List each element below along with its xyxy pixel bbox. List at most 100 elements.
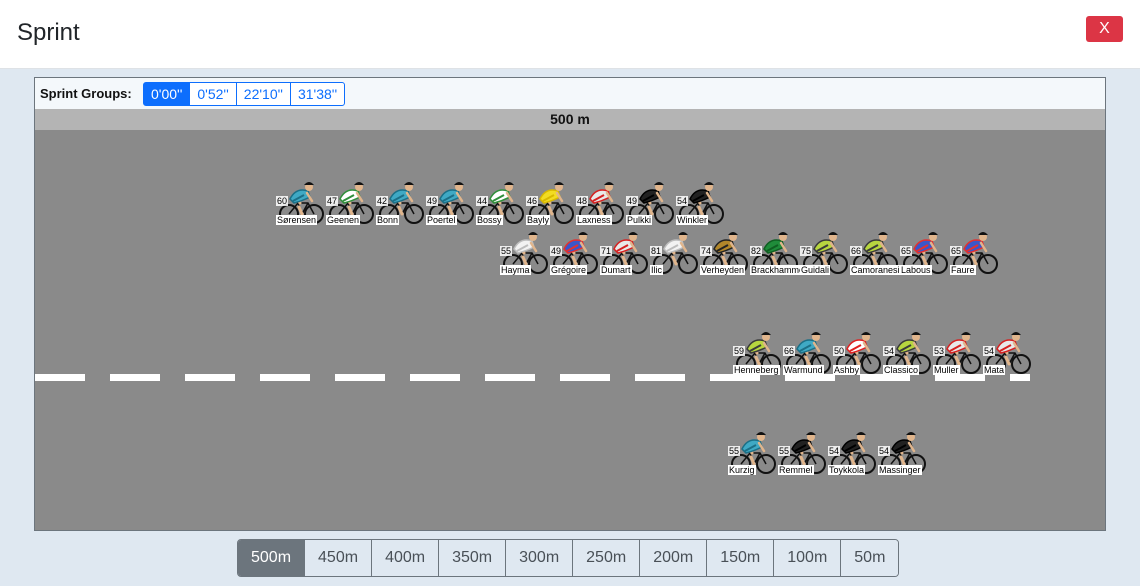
rider-number: 49 bbox=[426, 196, 439, 206]
distance-button[interactable]: 450m bbox=[304, 540, 372, 576]
rider-number: 54 bbox=[878, 446, 891, 456]
rider-number: 55 bbox=[728, 446, 741, 456]
rider[interactable]: 66 Camoranesi bbox=[850, 227, 901, 275]
rider[interactable]: 81 Ilic bbox=[650, 227, 700, 275]
rider-name: Ilic bbox=[650, 265, 663, 275]
rider[interactable]: 50 Ashby bbox=[833, 327, 883, 375]
rider-name: Verheyden bbox=[700, 265, 746, 275]
lane-marking bbox=[260, 374, 310, 381]
rider[interactable]: 54 Mata bbox=[983, 327, 1033, 375]
rider-number: 71 bbox=[600, 246, 613, 256]
lane-marking bbox=[785, 374, 835, 381]
rider-name: Toykkola bbox=[828, 465, 866, 475]
group-button[interactable]: 31'38'' bbox=[289, 82, 346, 106]
close-button[interactable]: X bbox=[1086, 16, 1123, 42]
rider[interactable]: 53 Muller bbox=[933, 327, 983, 375]
rider-name: Bayly bbox=[526, 215, 551, 225]
rider[interactable]: 71 Dumart bbox=[600, 227, 650, 275]
rider-number: 82 bbox=[750, 246, 763, 256]
rider[interactable]: 48 Laxness bbox=[576, 177, 626, 225]
lane-marking bbox=[710, 374, 760, 381]
rider[interactable]: 66 Warmund bbox=[783, 327, 833, 375]
rider[interactable]: 54 Classico bbox=[883, 327, 933, 375]
rider[interactable]: 49 Pulkki bbox=[626, 177, 676, 225]
rider[interactable]: 46 Bayly bbox=[526, 177, 576, 225]
road: 60 Sørensen 47 Geenen 42 Bonn 49 Poertel 44 Bossy… bbox=[35, 130, 1105, 530]
distance-button[interactable]: 300m bbox=[505, 540, 573, 576]
rider[interactable]: 60 Sørensen bbox=[276, 177, 326, 225]
rider-number: 49 bbox=[626, 196, 639, 206]
rider[interactable]: 55 Remmel bbox=[778, 427, 828, 475]
rider-number: 53 bbox=[933, 346, 946, 356]
distance-button[interactable]: 400m bbox=[371, 540, 439, 576]
distance-button[interactable]: 350m bbox=[438, 540, 506, 576]
sprint-group-buttons: 0'00'' 0'52'' 22'10'' 31'38'' bbox=[143, 82, 346, 106]
rider-number: 46 bbox=[526, 196, 539, 206]
rider[interactable]: 44 Bossy bbox=[476, 177, 526, 225]
rider[interactable]: 65 Labous bbox=[900, 227, 950, 275]
rider[interactable]: 59 Henneberg bbox=[733, 327, 783, 375]
rider[interactable]: 65 Faure bbox=[950, 227, 1000, 275]
rider-number: 47 bbox=[326, 196, 339, 206]
distance-button[interactable]: 100m bbox=[773, 540, 841, 576]
rider-number: 59 bbox=[733, 346, 746, 356]
rider-name: Geenen bbox=[326, 215, 361, 225]
rider[interactable]: 54 Massinger bbox=[878, 427, 928, 475]
rider-name: Dumart bbox=[600, 265, 632, 275]
group-button[interactable]: 22'10'' bbox=[235, 82, 291, 106]
lane-marking bbox=[185, 374, 235, 381]
rider[interactable]: 54 Winkler bbox=[676, 177, 726, 225]
rider-number: 48 bbox=[576, 196, 589, 206]
rider-name: Classico bbox=[883, 365, 920, 375]
rider-number: 55 bbox=[778, 446, 791, 456]
distance-button[interactable]: 200m bbox=[639, 540, 707, 576]
rider-name: Laxness bbox=[576, 215, 612, 225]
rider-name: Hayma bbox=[500, 265, 531, 275]
distance-button[interactable]: 500m bbox=[238, 540, 305, 576]
rider[interactable]: 82 Brackhammer bbox=[750, 227, 809, 275]
distance-button[interactable]: 250m bbox=[572, 540, 640, 576]
lane-marking bbox=[35, 374, 85, 381]
rider-number: 49 bbox=[550, 246, 563, 256]
rider-number: 66 bbox=[783, 346, 796, 356]
rider-name: Camoranesi bbox=[850, 265, 901, 275]
rider[interactable]: 54 Toykkola bbox=[828, 427, 878, 475]
rider-name: Faure bbox=[950, 265, 976, 275]
rider[interactable]: 42 Bonn bbox=[376, 177, 426, 225]
rider-number: 75 bbox=[800, 246, 813, 256]
group-button[interactable]: 0'00'' bbox=[143, 82, 191, 106]
rider-number: 54 bbox=[983, 346, 996, 356]
distance-button[interactable]: 150m bbox=[706, 540, 774, 576]
sprint-groups-bar: Sprint Groups: 0'00'' 0'52'' 22'10'' 31'… bbox=[35, 78, 1105, 109]
rider-name: Bossy bbox=[476, 215, 503, 225]
lane-marking bbox=[860, 374, 910, 381]
lane-marking bbox=[410, 374, 460, 381]
rider[interactable]: 75 Guidali bbox=[800, 227, 850, 275]
rider[interactable]: 49 Grégoire bbox=[550, 227, 600, 275]
rider-number: 54 bbox=[676, 196, 689, 206]
rider-name: Pulkki bbox=[626, 215, 653, 225]
rider-number: 54 bbox=[828, 446, 841, 456]
rider-name: Grégoire bbox=[550, 265, 588, 275]
rider[interactable]: 47 Geenen bbox=[326, 177, 376, 225]
rider-name: Henneberg bbox=[733, 365, 780, 375]
group-button[interactable]: 0'52'' bbox=[189, 82, 237, 106]
rider-name: Guidali bbox=[800, 265, 831, 275]
rider-number: 54 bbox=[883, 346, 896, 356]
modal-title: Sprint bbox=[17, 19, 80, 46]
distance-label: 500 m bbox=[35, 109, 1105, 130]
rider-number: 74 bbox=[700, 246, 713, 256]
rider[interactable]: 55 Kurzig bbox=[728, 427, 778, 475]
sprint-modal: Sprint X Sprint Groups: 0'00'' 0'52'' 22… bbox=[0, 0, 1140, 586]
distance-buttons: 500m 450m 400m 350m 300m 250m 200m 150m … bbox=[237, 539, 900, 577]
rider-name: Ashby bbox=[833, 365, 861, 375]
lane-marking bbox=[935, 374, 985, 381]
rider[interactable]: 49 Poertel bbox=[426, 177, 476, 225]
lane-marking bbox=[560, 374, 610, 381]
sprint-groups-label: Sprint Groups: bbox=[40, 86, 132, 101]
rider[interactable]: 55 Hayma bbox=[500, 227, 550, 275]
rider-name: Bonn bbox=[376, 215, 400, 225]
modal-header: Sprint X bbox=[0, 0, 1140, 69]
rider[interactable]: 74 Verheyden bbox=[700, 227, 750, 275]
distance-button[interactable]: 50m bbox=[840, 540, 899, 576]
